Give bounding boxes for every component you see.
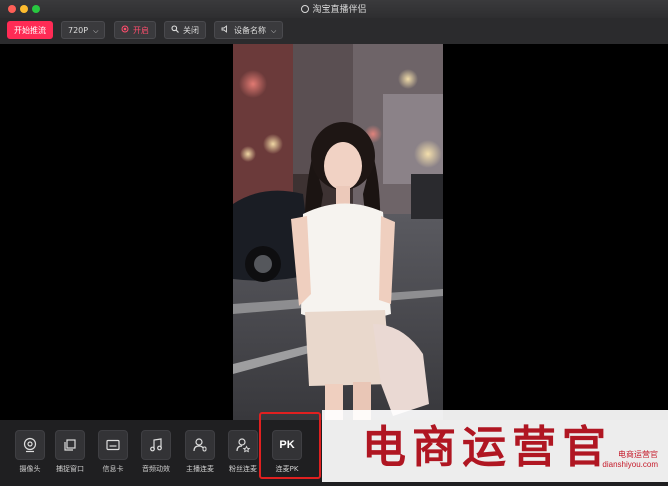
tool-camera[interactable]: 摄像头 xyxy=(10,430,50,474)
watermark-side-line1: 电商运营官 xyxy=(618,450,658,459)
preview-area xyxy=(0,44,668,420)
watermark: 电商运营官 电商运营官 dianshiyou.com xyxy=(322,410,668,482)
resolution-value: 720P xyxy=(68,26,89,35)
chevron-down-icon: ⌵ xyxy=(93,27,99,35)
pk-highlight-box xyxy=(259,412,321,479)
watermark-side-line2: dianshiyou.com xyxy=(602,460,658,469)
music-note-icon xyxy=(141,430,171,460)
tool-fan-mic[interactable]: 粉丝连麦 xyxy=(223,430,263,474)
chevron-down-icon: ⌵ xyxy=(271,27,277,35)
speaker-icon xyxy=(221,22,230,40)
app-logo-icon xyxy=(301,5,310,13)
tool-info-card[interactable]: 信息卡 xyxy=(93,430,133,474)
device-select[interactable]: 设备名称 ⌵ xyxy=(214,21,284,40)
tool-fan-mic-label: 粉丝连麦 xyxy=(229,465,257,473)
user-mic-icon xyxy=(185,430,215,460)
live-toggle-label: 开启 xyxy=(133,26,149,35)
start-stream-button[interactable]: 开始推流 xyxy=(7,21,53,39)
close-label: 关闭 xyxy=(183,26,199,35)
camera-icon xyxy=(15,430,45,460)
search-icon xyxy=(171,22,179,40)
tool-host-mic[interactable]: 主播连麦 xyxy=(180,430,220,474)
tool-audio-effects-label: 音频动效 xyxy=(142,465,170,473)
resolution-select[interactable]: 720P ⌵ xyxy=(61,21,106,39)
tool-info-card-label: 信息卡 xyxy=(102,465,124,473)
watermark-main-text: 电商运营官 xyxy=(362,422,612,473)
tool-window-capture-label: 捕捉窗口 xyxy=(56,465,84,473)
info-card-icon xyxy=(98,430,128,460)
window-title: 淘宝直播伴侣 xyxy=(312,5,367,15)
tool-host-mic-label: 主播连麦 xyxy=(186,465,214,473)
tool-window-capture[interactable]: 捕捉窗口 xyxy=(50,430,90,474)
close-button[interactable]: 关闭 xyxy=(164,21,206,39)
window-titlebar: 淘宝直播伴侣 xyxy=(0,0,668,19)
top-toolbar: 开始推流 720P ⌵ 开启 关闭 设备名称 ⌵ xyxy=(0,18,668,44)
tool-audio-effects[interactable]: 音频动效 xyxy=(136,430,176,474)
device-label: 设备名称 xyxy=(234,26,266,35)
camera-preview xyxy=(233,44,443,420)
camera-preview-image xyxy=(233,44,443,420)
tool-camera-label: 摄像头 xyxy=(19,465,41,473)
record-icon xyxy=(121,22,129,40)
watermark-side-text: 电商运营官 dianshiyou.com xyxy=(602,450,658,470)
window-title-wrap: 淘宝直播伴侣 xyxy=(0,2,668,15)
fan-user-icon xyxy=(228,430,258,460)
live-toggle-button[interactable]: 开启 xyxy=(114,21,156,39)
window-capture-icon xyxy=(55,430,85,460)
